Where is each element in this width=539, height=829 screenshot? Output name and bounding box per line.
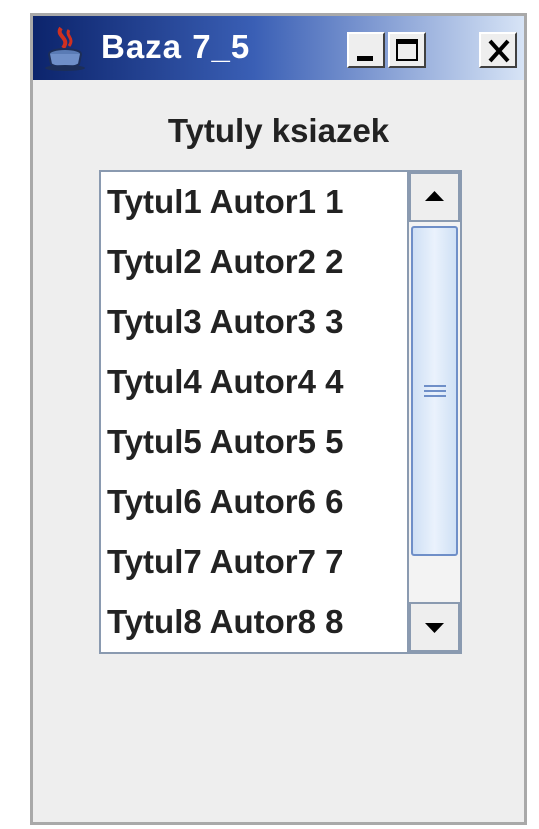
list-item[interactable]: Tytul1 Autor1 1 bbox=[101, 172, 407, 232]
list-item[interactable]: Tytul4 Autor4 4 bbox=[101, 352, 407, 412]
book-list[interactable]: Tytul1 Autor1 1 Tytul2 Autor2 2 Tytul3 A… bbox=[99, 170, 462, 654]
list-item[interactable]: Tytul5 Autor5 5 bbox=[101, 412, 407, 472]
minimize-button[interactable] bbox=[347, 32, 385, 68]
scroll-down-button[interactable] bbox=[409, 602, 460, 652]
app-window: Baza 7_5 Tytuly ksiazek Tytul1 Autor1 1 … bbox=[30, 13, 527, 825]
scroll-thumb[interactable] bbox=[411, 226, 458, 556]
grip-icon bbox=[424, 385, 446, 397]
java-cup-icon bbox=[41, 24, 89, 72]
title-bar[interactable]: Baza 7_5 bbox=[33, 16, 524, 80]
list-item[interactable]: Tytul8 Autor8 8 bbox=[101, 592, 407, 652]
list-heading: Tytuly ksiazek bbox=[167, 112, 390, 149]
vertical-scrollbar[interactable] bbox=[407, 172, 460, 652]
arrow-down-icon bbox=[425, 623, 444, 633]
maximize-icon bbox=[396, 39, 418, 61]
list-item[interactable]: Tytul6 Autor6 6 bbox=[101, 472, 407, 532]
window-title: Baza 7_5 bbox=[101, 28, 251, 65]
list-items-container: Tytul1 Autor1 1 Tytul2 Autor2 2 Tytul3 A… bbox=[101, 172, 407, 652]
close-icon bbox=[485, 36, 513, 66]
list-item[interactable]: Tytul3 Autor3 3 bbox=[101, 292, 407, 352]
minimize-icon bbox=[357, 56, 373, 61]
arrow-up-icon bbox=[425, 191, 444, 201]
close-button[interactable] bbox=[479, 32, 517, 68]
maximize-button[interactable] bbox=[388, 32, 426, 68]
list-item[interactable]: Tytul7 Autor7 7 bbox=[101, 532, 407, 592]
scroll-up-button[interactable] bbox=[409, 172, 460, 222]
list-item[interactable]: Tytul2 Autor2 2 bbox=[101, 232, 407, 292]
